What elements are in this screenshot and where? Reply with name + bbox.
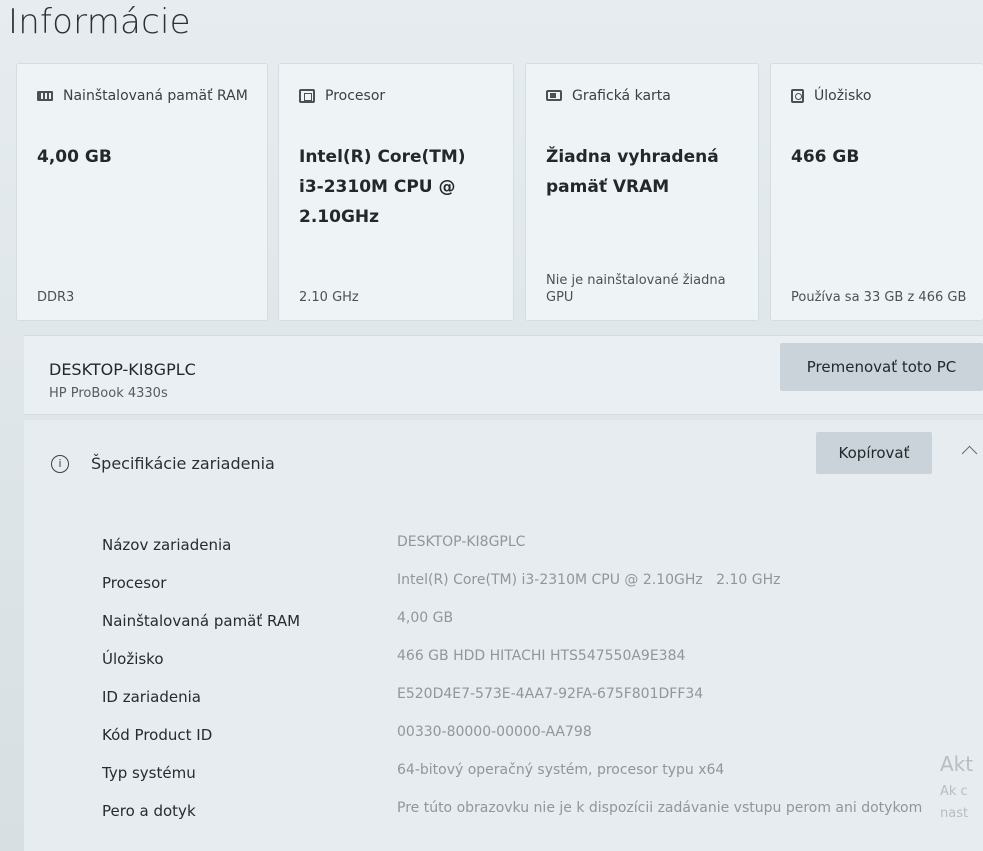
info-icon: i [51,454,69,473]
spec-label: Pero a dotyk [102,802,196,820]
copy-button[interactable]: Kopírovať [816,432,932,474]
activation-watermark-line1: Akt [940,752,974,776]
settings-about-page: Informácie Nainštalovaná pamäť RAM 4,00 … [0,0,983,851]
card-storage-value: 466 GB [791,147,860,167]
spec-row-device-id: ID zariadenia E520D4E7-573E-4AA7-92FA-67… [102,680,962,718]
ram-icon [37,91,53,101]
chevron-up-icon[interactable] [962,442,978,458]
spec-row-pen-touch: Pero a dotyk Pre túto obrazovku nie je k… [102,794,962,844]
spec-label: Nainštalovaná pamäť RAM [102,612,301,630]
card-ram-value: 4,00 GB [37,147,112,167]
card-storage: Úložisko 466 GB Používa sa 33 GB z 466 G… [770,63,983,321]
spec-row-device-name: Názov zariadenia DESKTOP-KI8GPLC [102,528,962,566]
specs-header[interactable]: i Špecifikácie zariadenia [51,454,275,473]
spec-row-system-type: Typ systému 64-bitový operačný systém, p… [102,756,962,794]
page-title: Informácie [8,2,191,42]
card-processor-header: Procesor [299,86,503,106]
pc-model: HP ProBook 4330s [49,386,168,401]
graphics-card-icon [546,90,562,101]
card-processor-value: Intel(R) Core(TM) i3-2310M CPU @ 2.10GHz [299,147,466,227]
processor-icon [299,89,315,103]
spec-value: 00330-80000-00000-AA798 [397,724,592,740]
card-ram-footer: DDR3 [37,290,75,305]
card-graphics-footer: Nie je nainštalované žiadna GPU [546,273,726,305]
specs-title: Špecifikácie zariadenia [91,454,275,473]
spec-label: Názov zariadenia [102,536,232,554]
spec-label: ID zariadenia [102,688,201,706]
spec-row-storage: Úložisko 466 GB HDD HITACHI HTS547550A9E… [102,642,962,680]
spec-value: E520D4E7-573E-4AA7-92FA-675F801DFF34 [397,686,704,702]
spec-value: DESKTOP-KI8GPLC [397,534,526,550]
pc-name-bar: DESKTOP-KI8GPLC HP ProBook 4330s Premeno… [24,335,983,415]
card-storage-label: Úložisko [814,88,872,104]
card-graphics-header: Grafická karta [546,86,748,106]
spec-row-installed-ram: Nainštalovaná pamäť RAM 4,00 GB [102,604,962,642]
spec-value: Pre túto obrazovku nie je k dispozícii z… [397,800,923,816]
spec-value: 4,00 GB [397,610,454,626]
storage-icon [791,89,804,103]
card-processor-label: Procesor [325,88,386,104]
spec-row-product-id: Kód Product ID 00330-80000-00000-AA798 [102,718,962,756]
spec-value: 64-bitový operačný systém, procesor typu… [397,762,725,778]
pc-name: DESKTOP-KI8GPLC [49,360,196,379]
card-storage-footer: Používa sa 33 GB z 466 GB [791,290,967,305]
card-ram-header: Nainštalovaná pamäť RAM [37,86,257,106]
card-ram: Nainštalovaná pamäť RAM 4,00 GB DDR3 [16,63,268,321]
card-graphics: Grafická karta Žiadna vyhradená pamäť VR… [525,63,759,321]
spec-value: 466 GB HDD HITACHI HTS547550A9E384 [397,648,686,664]
device-specifications-section: i Špecifikácie zariadenia Kopírovať Názo… [24,420,983,851]
spec-label: Typ systému [102,764,196,782]
spec-value: Intel(R) Core(TM) i3-2310M CPU @ 2.10GHz… [397,572,781,588]
card-ram-label: Nainštalovaná pamäť RAM [63,88,248,104]
card-processor: Procesor Intel(R) Core(TM) i3-2310M CPU … [278,63,514,321]
spec-label: Úložisko [102,650,164,668]
card-storage-header: Úložisko [791,86,973,106]
activation-watermark-line3: nast [940,806,969,821]
spec-row-processor: Procesor Intel(R) Core(TM) i3-2310M CPU … [102,566,962,604]
card-processor-footer: 2.10 GHz [299,290,359,305]
spec-label: Procesor [102,574,167,592]
specs-table: Názov zariadenia DESKTOP-KI8GPLC Proceso… [102,528,962,844]
card-graphics-value: Žiadna vyhradená pamäť VRAM [546,147,719,197]
rename-pc-button[interactable]: Premenovať toto PC [780,343,983,391]
activation-watermark-line2: Ak c [940,784,968,799]
spec-label: Kód Product ID [102,726,213,744]
card-graphics-label: Grafická karta [572,88,671,104]
